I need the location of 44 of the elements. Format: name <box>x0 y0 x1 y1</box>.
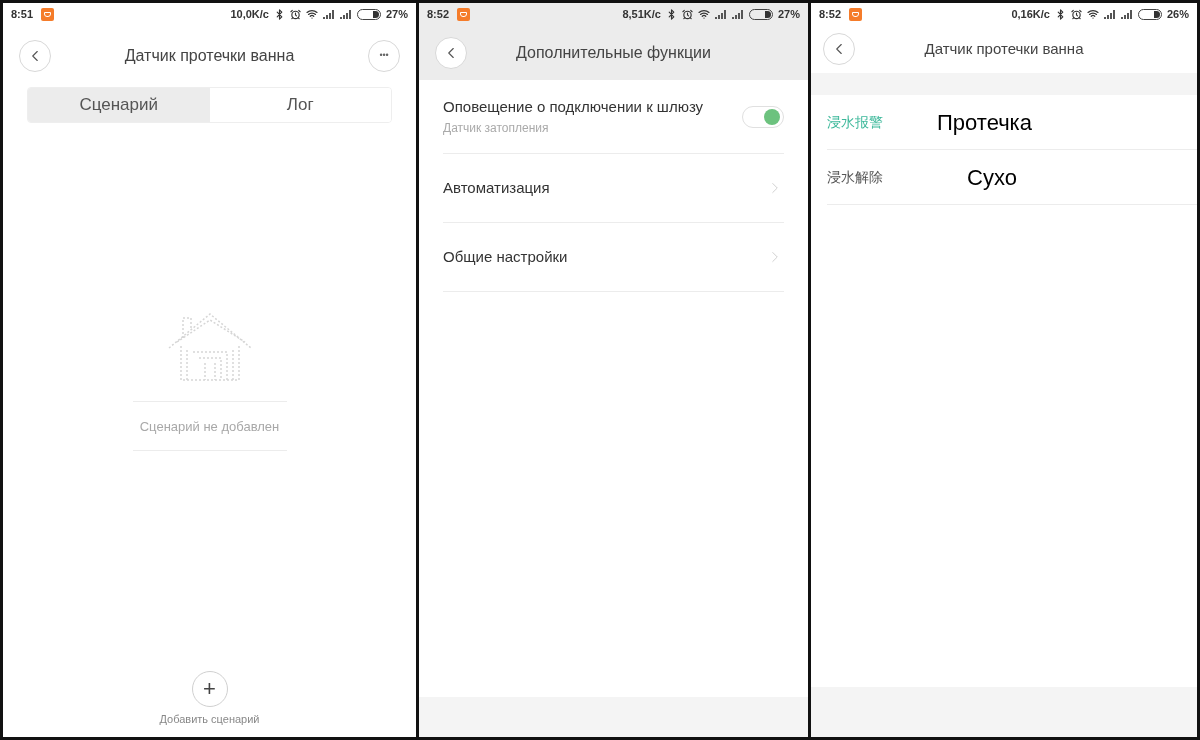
battery-percent: 27% <box>385 6 408 22</box>
back-button[interactable] <box>823 33 855 65</box>
log-entry: 浸水解除 <box>827 167 884 187</box>
wifi-icon <box>697 8 710 20</box>
signal-icon <box>1120 9 1133 19</box>
status-time: 8:51 <box>11 6 34 22</box>
settings-row[interactable]: Общие настройки <box>443 223 784 292</box>
settings-row[interactable]: Автоматизация <box>443 154 784 223</box>
alarm-icon <box>1070 8 1082 20</box>
signal-icon <box>731 9 744 19</box>
status-time: 8:52 <box>427 6 450 22</box>
translation-annotation: Сухо <box>967 163 1017 192</box>
status-time: 8:52 <box>819 6 842 22</box>
setting-label: Оповещение о подключении к шлюзу <box>443 97 704 118</box>
screen-title: Дополнительные функции <box>515 42 712 63</box>
wifi-icon <box>1086 8 1099 20</box>
battery-percent: 26% <box>1166 6 1189 22</box>
empty-state-text: Сценарий не добавлен <box>139 419 280 434</box>
app-notification-icon <box>457 7 471 21</box>
add-scene-label: Добавить сценарий <box>159 711 260 727</box>
network-speed: 8,51K/с <box>622 6 661 22</box>
network-speed: 10,0K/с <box>230 6 269 22</box>
screen-title: Датчик протечки ванна <box>923 38 1085 59</box>
back-button[interactable] <box>435 36 467 69</box>
network-speed: 0,16K/с <box>1011 6 1050 22</box>
setting-sublabel: Датчик затопления <box>443 119 550 137</box>
signal-icon <box>339 9 352 19</box>
tab[interactable]: Сценарий <box>28 88 210 122</box>
toggle-switch[interactable] <box>742 105 784 128</box>
signal-icon <box>1103 9 1116 19</box>
signal-icon <box>714 9 727 19</box>
setting-label: Автоматизация <box>443 177 550 198</box>
wifi-icon <box>305 8 318 20</box>
translation-annotation: Протечка <box>937 108 1032 137</box>
alarm-icon <box>289 8 301 20</box>
app-notification-icon <box>849 7 863 21</box>
back-button[interactable] <box>19 40 51 72</box>
app-notification-icon <box>41 7 55 21</box>
alarm-icon <box>681 8 693 20</box>
battery-percent: 27% <box>777 6 800 22</box>
log-entry: 浸水报警 <box>827 112 884 132</box>
setting-label: Общие настройки <box>443 246 568 267</box>
screen-title: Датчик протечки ванна <box>123 46 296 66</box>
signal-icon <box>322 9 335 19</box>
